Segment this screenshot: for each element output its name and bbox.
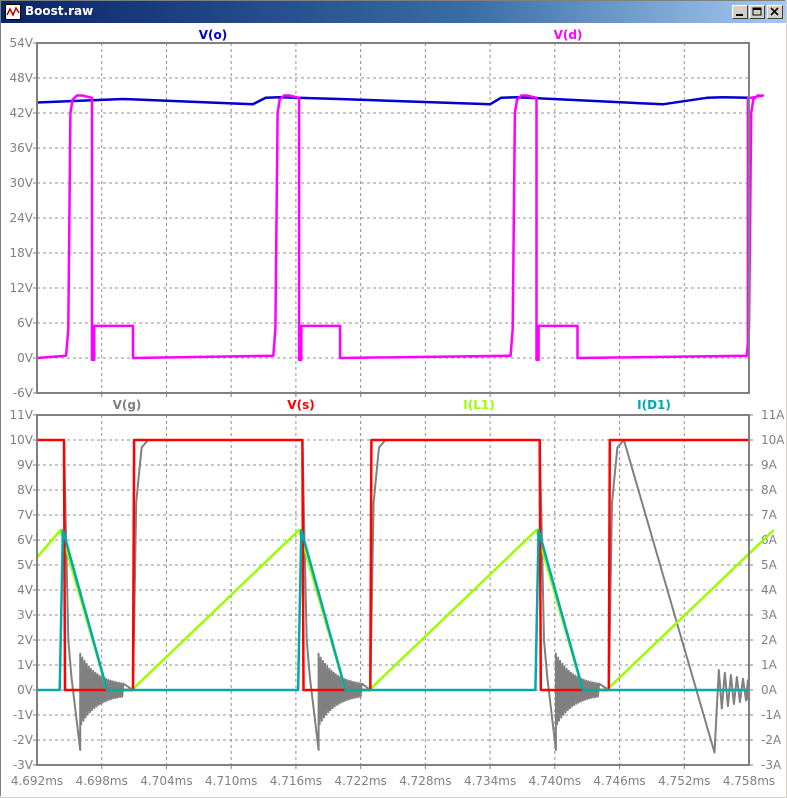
x-tick-label: 4.692ms <box>11 774 63 788</box>
legend-vg: V(g) <box>113 398 142 412</box>
y-tick-label: 8V <box>17 483 34 497</box>
y-tick-label: 10V <box>10 433 34 447</box>
x-tick-label: 4.728ms <box>399 774 451 788</box>
y-tick-label-right: 8A <box>761 483 778 497</box>
x-tick-label: 4.716ms <box>270 774 322 788</box>
x-tick-label: 4.698ms <box>76 774 128 788</box>
x-tick-label: 4.740ms <box>529 774 581 788</box>
y-tick-label: 36V <box>10 141 34 155</box>
y-tick-label: 11V <box>10 408 34 422</box>
y-tick-label: -3V <box>13 758 34 772</box>
y-tick-label-right: 4A <box>761 583 778 597</box>
x-tick-label: 4.734ms <box>464 774 516 788</box>
y-tick-label-right: 5A <box>761 558 778 572</box>
y-tick-label-right: 2A <box>761 633 778 647</box>
y-tick-label-right: 10A <box>761 433 785 447</box>
waveform-plot[interactable]: 54V 48V 42V 36V 30V 24V 18V 12V 6V 0V -6V V(o) V(d… <box>1 23 786 797</box>
y-tick-label-right: 11A <box>761 408 785 422</box>
y-tick-label: 12V <box>10 281 34 295</box>
title-bar[interactable]: Boost.raw <box>1 1 786 23</box>
x-tick-label: 4.746ms <box>593 774 645 788</box>
y-tick-label-right: -3A <box>761 758 782 772</box>
y-tick-label: 54V <box>10 36 34 50</box>
x-tick-label: 4.710ms <box>205 774 257 788</box>
y-tick-label: 30V <box>10 176 34 190</box>
y-tick-label: 9V <box>17 458 34 472</box>
y-tick-label: 18V <box>10 246 34 260</box>
legend-il1: I(L1) <box>463 398 494 412</box>
y-tick-label: 2V <box>17 633 34 647</box>
window-title: Boost.raw <box>25 4 94 18</box>
y-tick-label: 42V <box>10 106 34 120</box>
legend-vd: V(d) <box>554 28 583 42</box>
x-tick-label: 4.722ms <box>334 774 386 788</box>
y-tick-label-right: 9A <box>761 458 778 472</box>
y-tick-label: 5V <box>17 558 34 572</box>
y-tick-label-right: 7A <box>761 508 778 522</box>
y-tick-label: 7V <box>17 508 34 522</box>
y-tick-label: 1V <box>17 658 34 672</box>
x-tick-label: 4.758ms <box>723 774 775 788</box>
y-tick-label: 4V <box>17 583 34 597</box>
close-button[interactable] <box>767 5 783 19</box>
close-icon <box>770 7 779 16</box>
y-tick-label-right: -1A <box>761 708 782 722</box>
y-tick-label: 3V <box>17 608 34 622</box>
minimize-icon <box>736 14 743 16</box>
y-tick-label-right: 1A <box>761 658 778 672</box>
legend-id1: I(D1) <box>637 398 671 412</box>
legend-vo: V(o) <box>199 28 228 42</box>
minimize-button[interactable] <box>732 5 748 19</box>
y-tick-label-right: -2A <box>761 733 782 747</box>
y-tick-label: 0V <box>17 351 34 365</box>
legend-vs: V(s) <box>287 398 314 412</box>
y-tick-label: 48V <box>10 71 34 85</box>
x-tick-label: 4.752ms <box>658 774 710 788</box>
plot-window: Boost.raw 54V 48V 42V 36V 30V 24V 18V 12V 6V 0V -6… <box>0 0 786 797</box>
y-tick-label: 24V <box>10 211 34 225</box>
x-tick-label: 4.704ms <box>140 774 192 788</box>
maximize-icon <box>752 7 762 16</box>
waveform-icon <box>5 4 21 20</box>
y-tick-label-right: 3A <box>761 608 778 622</box>
y-tick-label: 6V <box>17 533 34 547</box>
y-tick-label: -2V <box>13 733 34 747</box>
y-tick-label: -6V <box>13 386 34 400</box>
y-tick-label-right: 0A <box>761 683 778 697</box>
y-tick-label: 6V <box>17 316 34 330</box>
y-tick-label: 0V <box>17 683 34 697</box>
maximize-button[interactable] <box>749 5 765 19</box>
y-tick-label: -1V <box>13 708 34 722</box>
